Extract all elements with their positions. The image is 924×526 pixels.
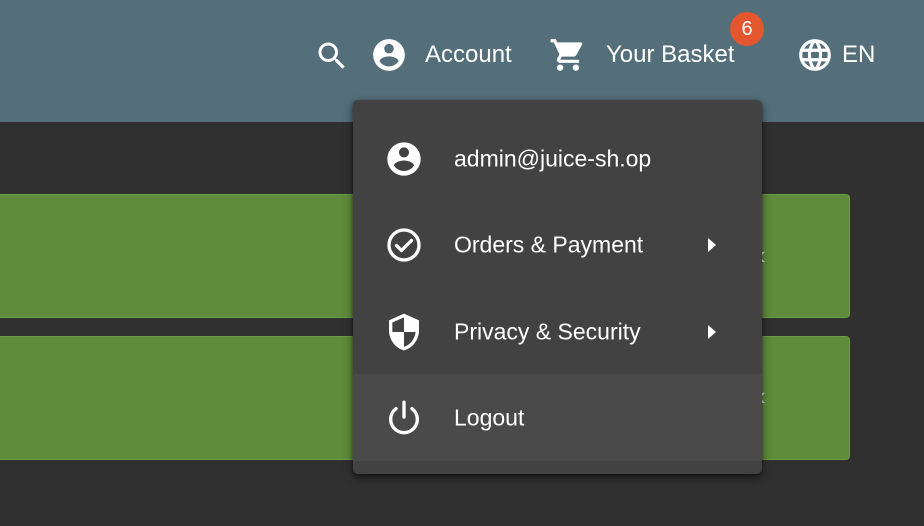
menu-item-orders-payment[interactable]: Orders & Payment (353, 201, 762, 288)
account-label: Account (425, 41, 512, 68)
menu-item-privacy-security[interactable]: Privacy & Security (353, 288, 762, 375)
check-circle-icon (387, 227, 421, 262)
account-menu: admin@juice-sh.op Orders & Payment Priva… (353, 100, 762, 474)
globe-icon (799, 39, 831, 71)
menu-item-logout[interactable]: Logout (353, 374, 762, 461)
shield-icon (389, 313, 419, 350)
menu-item-label: Privacy & Security (454, 318, 641, 344)
submenu-arrow-icon (708, 237, 716, 252)
basket-count-badge: 6 (730, 12, 764, 46)
power-icon (389, 400, 419, 434)
account-circle-icon (387, 141, 421, 176)
language-label: EN (842, 41, 876, 68)
account-button[interactable]: Account (370, 36, 512, 74)
shopping-cart-icon (550, 39, 583, 71)
menu-item-label: admin@juice-sh.op (454, 145, 652, 171)
menu-item-user-email[interactable]: admin@juice-sh.op (353, 115, 762, 202)
menu-item-label: Orders & Payment (454, 231, 644, 257)
basket-label: Your Basket (606, 41, 735, 68)
search-icon (318, 42, 345, 69)
language-button[interactable]: EN (796, 36, 875, 74)
menu-item-label: Logout (454, 404, 525, 430)
account-circle-icon (373, 39, 405, 71)
submenu-arrow-icon (708, 324, 716, 339)
basket-button[interactable]: Your Basket (549, 36, 735, 74)
search-button[interactable] (314, 38, 350, 74)
